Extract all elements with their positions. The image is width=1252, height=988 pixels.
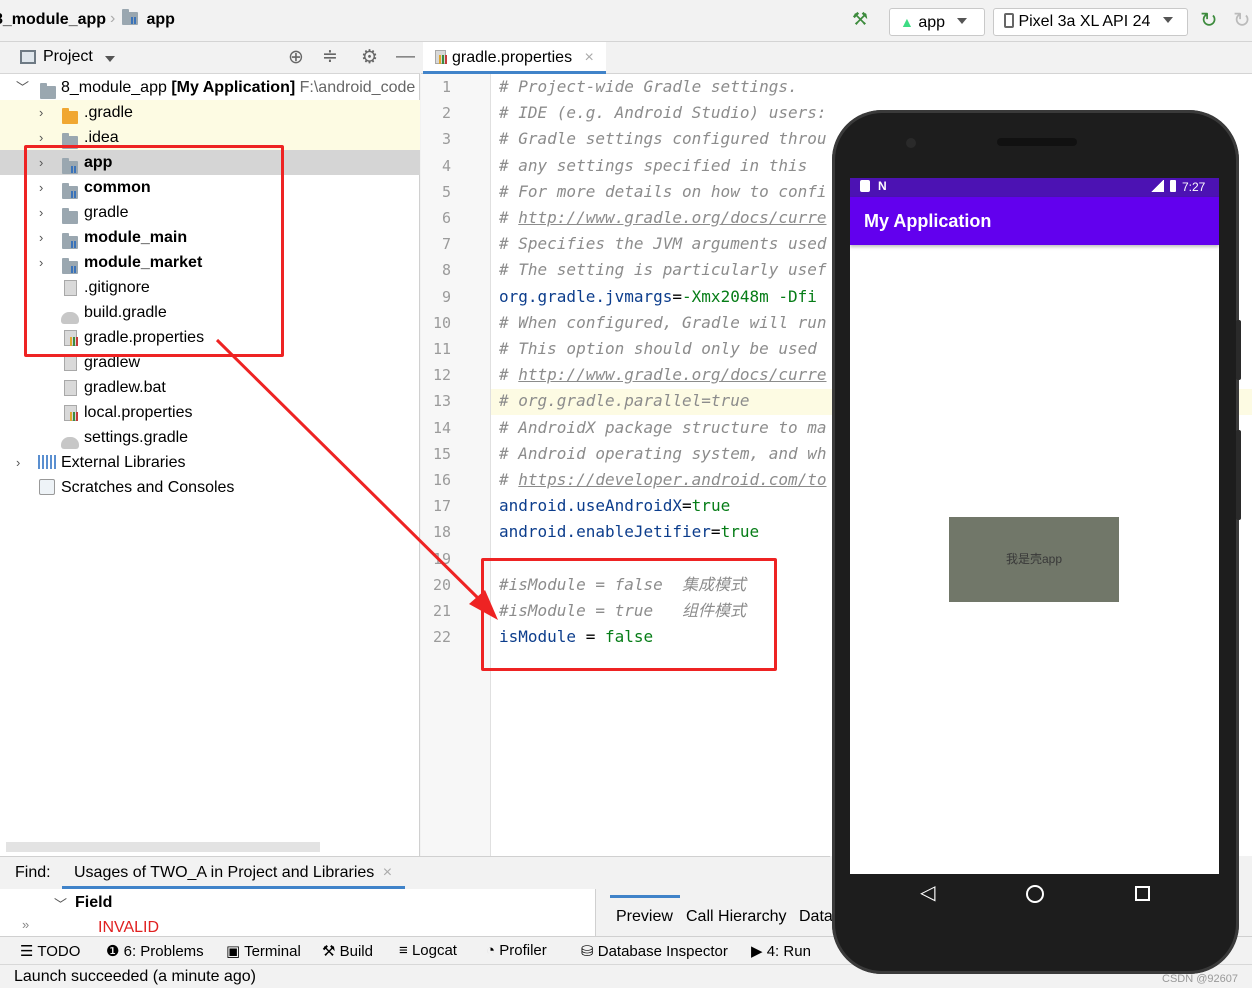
list-icon: ☰: [20, 943, 34, 960]
tab-label: Terminal: [244, 943, 301, 960]
speaker-grille: [997, 138, 1077, 146]
battery-icon: [1170, 180, 1176, 192]
logcat-icon: ≡: [399, 942, 408, 959]
problems-icon: ❶: [106, 943, 120, 960]
chevron-down-icon[interactable]: ﹀: [54, 894, 67, 913]
preview-tab-indicator: [610, 895, 680, 898]
emulator-phone: N 7:27 My Application 我是壳app ◁: [832, 110, 1241, 974]
run-icon: ▶: [751, 943, 763, 960]
back-icon[interactable]: ◁: [920, 880, 935, 905]
recents-icon[interactable]: [1135, 886, 1150, 901]
tab-call-hierarchy[interactable]: Call Hierarchy: [686, 908, 786, 926]
tab-label: Database Inspector: [597, 943, 728, 960]
signal-icon: [1150, 180, 1164, 192]
find-tree-root[interactable]: Field: [75, 894, 112, 912]
emulator-screen[interactable]: N 7:27 My Application 我是壳app: [850, 178, 1219, 874]
app-toolbar: My Application: [850, 197, 1219, 245]
tab-run[interactable]: ▶ 4: Run: [751, 942, 811, 960]
tab-database-inspector[interactable]: ⛁ Database Inspector: [581, 942, 728, 960]
android-status-bar: N 7:27: [850, 178, 1219, 197]
power-button[interactable]: [1236, 320, 1241, 380]
tab-label: Build: [339, 943, 373, 960]
find-invalid-item[interactable]: INVALID: [98, 919, 159, 937]
tab-logcat[interactable]: ≡ Logcat: [399, 942, 457, 959]
tab-label: Logcat: [411, 942, 457, 959]
sd-card-icon: [860, 180, 870, 192]
tab-profiler[interactable]: ◔ Profiler: [486, 942, 547, 959]
home-icon[interactable]: [1026, 885, 1044, 903]
hammer-icon: ⚒: [322, 943, 336, 960]
app-title: My Application: [864, 211, 992, 231]
status-message: Launch succeeded (a minute ago): [14, 968, 256, 985]
find-panel: Find: Usages of TWO_A in Project and Lib…: [0, 856, 833, 937]
android-studio-window: 8_module_app › app ⚒ ▲ app Pixel 3a XL A…: [0, 0, 1252, 988]
terminal-icon: ▣: [226, 943, 241, 960]
center-text-box: 我是壳app: [949, 517, 1119, 602]
tab-find-usages[interactable]: Usages of TWO_A in Project and Libraries…: [62, 857, 405, 889]
tab-problems[interactable]: ❶ 6: Problems: [106, 942, 204, 960]
status-time: 7:27: [1182, 180, 1206, 194]
front-camera: [906, 138, 916, 148]
close-icon[interactable]: ×: [383, 864, 392, 881]
tab-terminal[interactable]: ▣ Terminal: [226, 942, 301, 960]
find-panel-header: Find: Usages of TWO_A in Project and Lib…: [0, 857, 830, 889]
preview-panel: Preview Call Hierarchy Data: [595, 889, 833, 937]
tab-preview[interactable]: Preview: [616, 908, 673, 926]
find-label: Find:: [15, 864, 51, 881]
tab-data[interactable]: Data: [799, 908, 833, 926]
profiler-icon: ◔: [486, 942, 496, 959]
find-tab-label: Usages of TWO_A in Project and Libraries: [74, 864, 375, 881]
volume-button[interactable]: [1236, 430, 1241, 520]
database-icon: ⛁: [581, 943, 594, 960]
tab-label: Profiler: [499, 942, 547, 959]
tab-label: 6: Problems: [123, 943, 204, 960]
android-navigation-bar: ◁: [850, 874, 1219, 916]
tab-label: TODO: [37, 943, 81, 960]
tab-label: 4: Run: [766, 943, 811, 960]
center-text: 我是壳app: [1005, 552, 1063, 566]
tab-todo[interactable]: ☰ TODO: [20, 942, 80, 960]
notification-icon: N: [878, 179, 887, 193]
tab-build[interactable]: ⚒ Build: [322, 942, 373, 960]
expand-icon[interactable]: »: [22, 917, 29, 932]
